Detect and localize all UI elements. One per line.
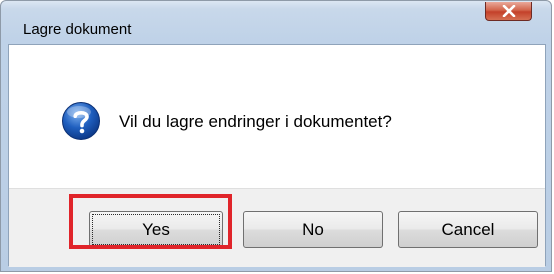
no-button-label: No xyxy=(302,219,324,239)
question-icon xyxy=(62,102,100,140)
cancel-button[interactable]: Cancel xyxy=(398,211,538,248)
yes-button[interactable]: Yes xyxy=(89,211,223,248)
dialog-window: Lagre dokument Vil du lagre endringer i … xyxy=(0,0,552,272)
close-icon xyxy=(502,5,515,17)
close-button[interactable] xyxy=(485,2,532,21)
yes-button-label: Yes xyxy=(142,219,170,239)
dialog-message: Vil du lagre endringer i dokumentet? xyxy=(119,112,392,131)
dialog-content: Vil du lagre endringer i dokumentet? Yes… xyxy=(8,44,546,267)
title-bar[interactable]: Lagre dokument xyxy=(1,1,551,43)
no-button[interactable]: No xyxy=(243,211,383,248)
cancel-button-label: Cancel xyxy=(441,219,495,239)
button-bar: Yes No Cancel xyxy=(9,188,545,267)
message-area: Vil du lagre endringer i dokumentet? xyxy=(9,45,545,188)
dialog-title: Lagre dokument xyxy=(23,21,132,38)
